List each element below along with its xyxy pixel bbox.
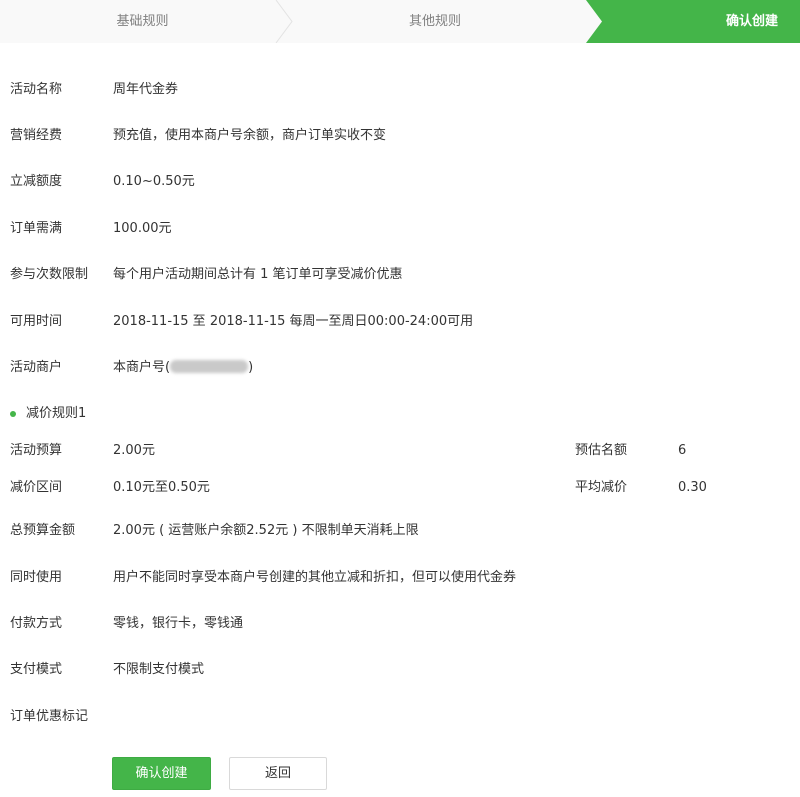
order-threshold-label: 订单需满 [10,221,63,236]
back-button[interactable]: 返回 [229,757,327,790]
discount-range-value: 0.10元至0.50元 [113,480,210,495]
discount-range-label: 减价区间 [10,480,63,495]
payment-method-value: 零钱，银行卡，零钱通 [113,616,244,631]
order-tag-label: 订单优惠标记 [10,709,89,724]
confirm-create-button[interactable]: 确认创建 [112,757,211,790]
order-threshold-value: 100.00元 [113,221,172,236]
average-discount-label: 平均减价 [575,480,628,495]
step-confirm-create: 确认创建 [725,14,778,29]
step-basic-rules: 基础规则 [116,14,169,29]
marketing-fee-value: 预充值，使用本商户号余额，商户订单实收不变 [113,128,387,143]
concurrent-use-value: 用户不能同时享受本商户号创建的其他立减和折扣，但可以使用代金券 [113,570,517,585]
merchant-value: 本商户号() [113,358,253,378]
rule-row-budget: 活动预算 2.00元 预估名额 6 [10,441,790,461]
estimated-quota-value: 6 [678,443,687,458]
total-budget-value: 2.00元 ( 运营账户余额2.52元 ) 不限制单天消耗上限 [113,523,419,538]
participation-limit-label: 参与次数限制 [10,267,89,282]
activity-name-value: 周年代金券 [113,82,179,97]
total-budget-label: 总预算金额 [10,523,76,538]
discount-rule-title: 减价规则1 [26,406,87,421]
discount-amount-value: 0.10~0.50元 [113,174,195,189]
redacted-merchant-id [170,360,249,373]
discount-rule-header: 减价规则1 [10,404,86,424]
payment-mode-value: 不限制支付模式 [113,662,205,677]
rule-row-range: 减价区间 0.10元至0.50元 平均减价 0.30 [10,478,790,498]
concurrent-use-label: 同时使用 [10,570,63,585]
activity-budget-value: 2.00元 [113,443,155,458]
estimated-quota-label: 预估名额 [575,443,628,458]
step-other-rules: 其他规则 [408,14,461,29]
merchant-value-suffix: ) [248,360,254,375]
merchant-label: 活动商户 [10,360,63,375]
available-time-value: 2018-11-15 至 2018-11-15 每周一至周日00:00-24:0… [113,314,474,329]
marketing-fee-label: 营销经费 [10,128,63,143]
discount-amount-label: 立减额度 [10,174,63,189]
activity-budget-label: 活动预算 [10,443,63,458]
green-dot-icon [10,411,16,417]
participation-limit-value: 每个用户活动期间总计有 1 笔订单可享受减价优惠 [113,267,403,282]
merchant-value-prefix: 本商户号( [113,360,171,375]
average-discount-value: 0.30 [678,480,707,495]
payment-mode-label: 支付模式 [10,662,63,677]
activity-name-label: 活动名称 [10,82,63,97]
payment-method-label: 付款方式 [10,616,63,631]
available-time-label: 可用时间 [10,314,63,329]
step-progress-bar: 基础规则 其他规则 确认创建 [0,0,800,43]
